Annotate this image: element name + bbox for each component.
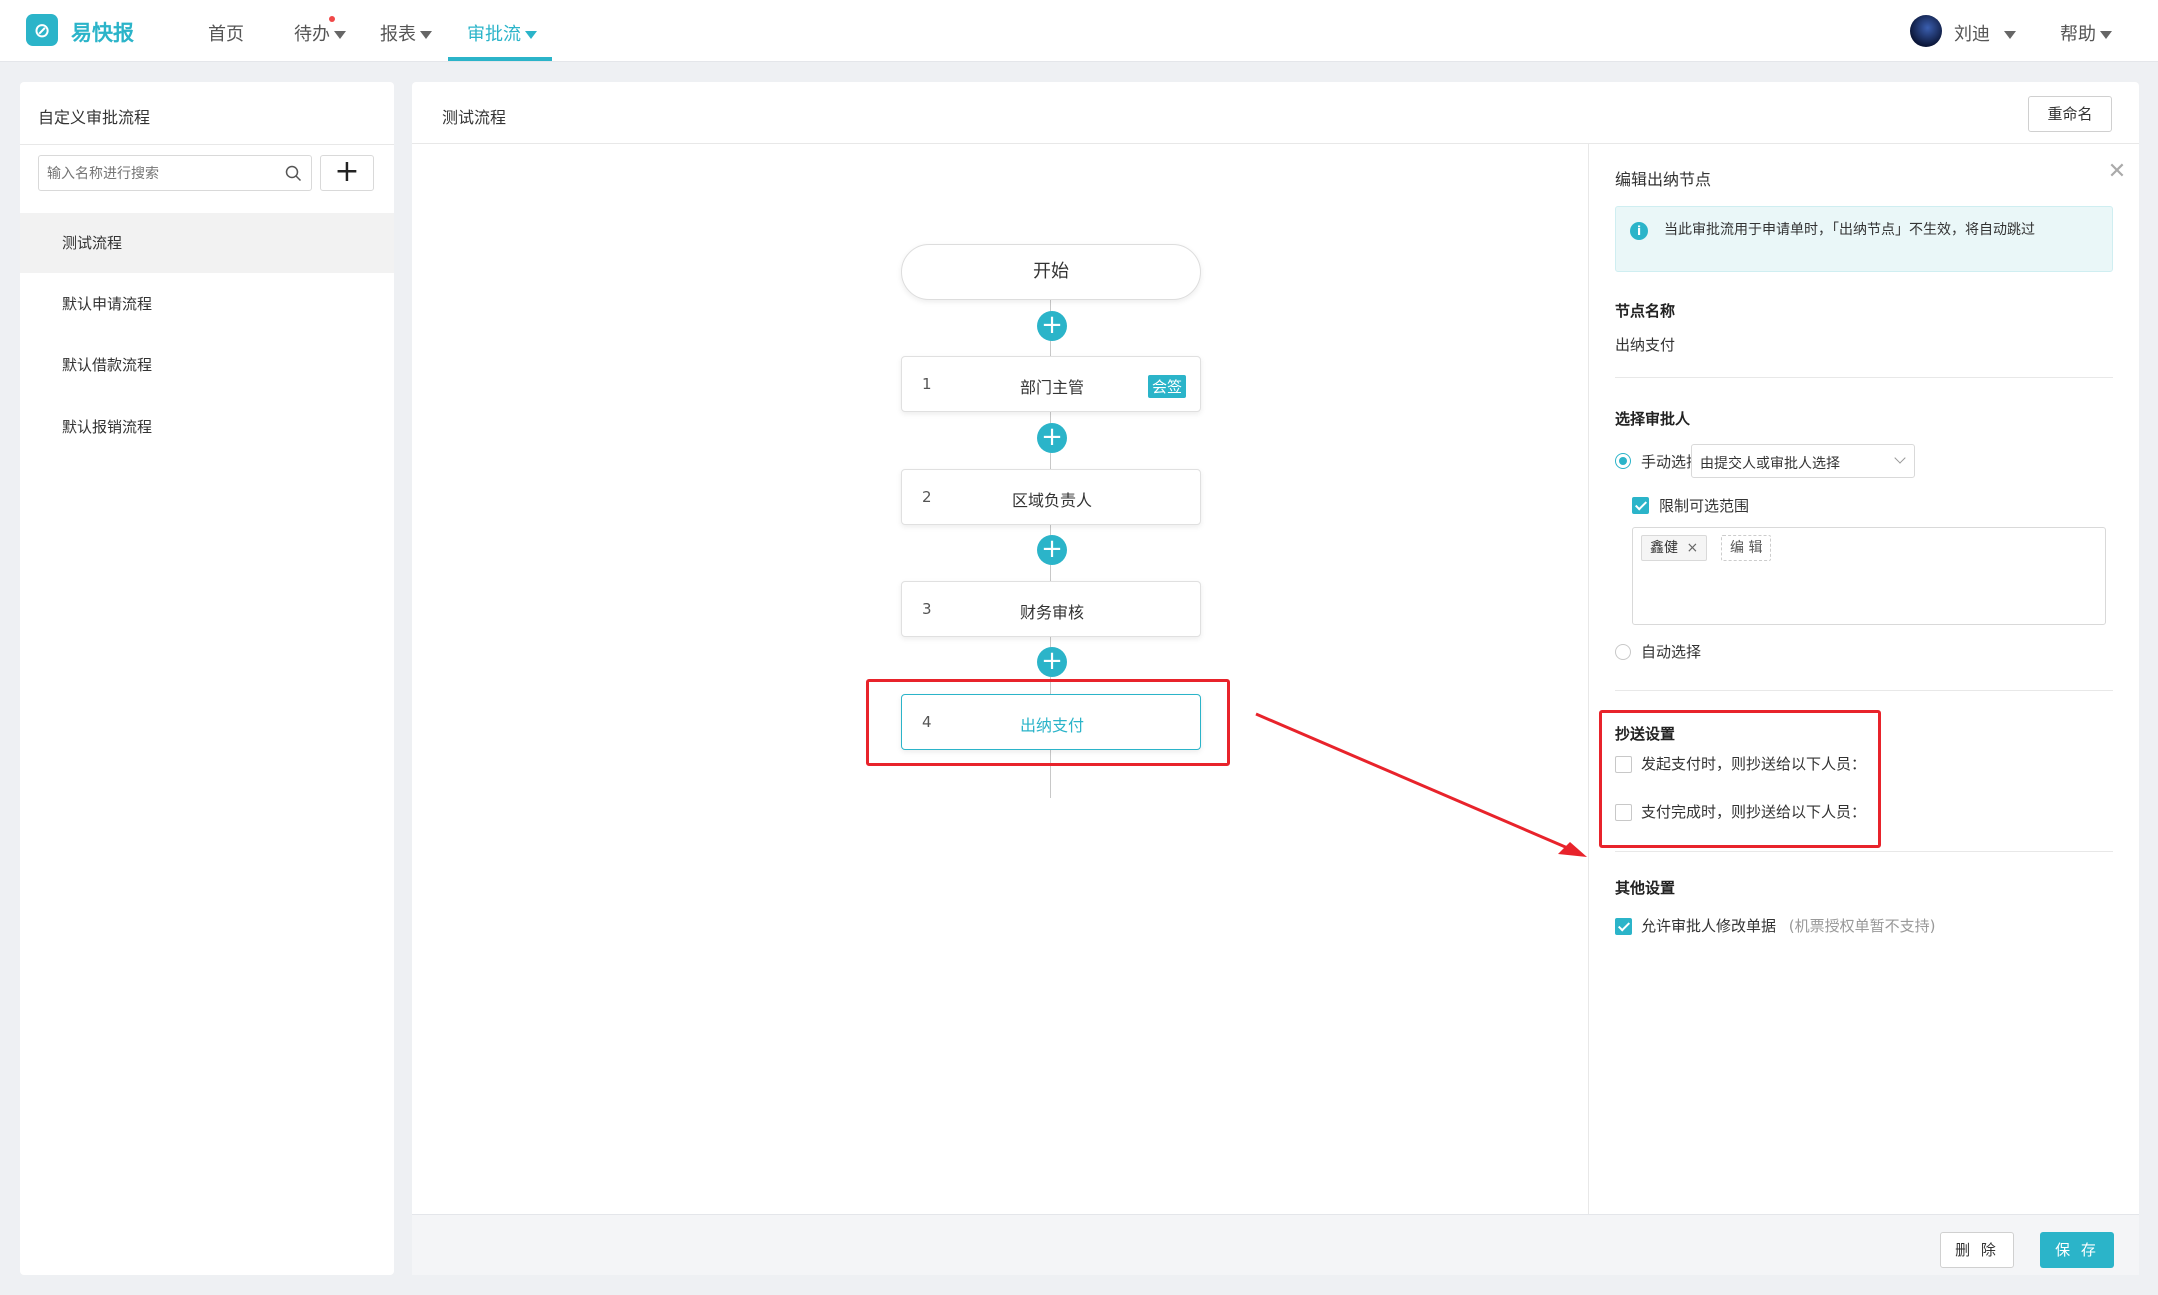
highlight-box — [1599, 710, 1881, 848]
chevron-down-icon — [2100, 31, 2112, 39]
user-name: 刘迪 — [1954, 24, 1990, 45]
add-node-button[interactable]: + — [1037, 535, 1067, 565]
flow-editor-panel: 测试流程 重命名 开始 + 1 部门主管 会签 + 2 区域负责人 + 3 财务… — [412, 82, 2139, 1275]
node-edit-panel: 编辑出纳节点 ✕ i 当此审批流用于申请单时，「出纳节点」不生效，将自动跳过 节… — [1588, 144, 2139, 1214]
search-box — [38, 155, 312, 191]
chip-label: 鑫健 — [1650, 540, 1678, 556]
notification-dot — [329, 16, 335, 22]
avatar[interactable] — [1910, 15, 1942, 47]
chip-remove-icon[interactable]: × — [1686, 540, 1698, 556]
other-settings-heading: 其他设置 — [1615, 879, 1676, 897]
nav-active-indicator — [448, 57, 552, 61]
annotation-arrow-icon — [1255, 712, 1587, 857]
flow-list-item[interactable]: 测试流程 — [20, 213, 394, 273]
top-navbar: ⊘ 易快报 首页 待办 报表 审批流 刘迪 帮助 — [0, 0, 2158, 62]
help-menu[interactable]: 帮助 — [2060, 20, 2112, 46]
nav-home[interactable]: 首页 — [208, 20, 244, 46]
node-name-heading: 节点名称 — [1615, 302, 1676, 320]
edit-panel-title: 编辑出纳节点 — [1615, 170, 1712, 189]
chevron-down-icon — [1894, 452, 1906, 464]
edit-range-button[interactable]: 编 辑 — [1721, 535, 1772, 561]
flow-list-title: 自定义审批流程 — [38, 108, 151, 127]
nav-approval-flow-label: 审批流 — [467, 24, 521, 45]
auto-select-radio[interactable] — [1615, 644, 1631, 660]
countersign-badge: 会签 — [1148, 375, 1187, 398]
nav-home-label: 首页 — [208, 24, 244, 45]
help-label: 帮助 — [2060, 24, 2096, 45]
notice-text: 当此审批流用于申请单时，「出纳节点」不生效，将自动跳过 — [1664, 222, 2035, 238]
approver-heading: 选择审批人 — [1615, 410, 1691, 428]
approver-source-select[interactable]: 由提交人或审批人选择 — [1691, 444, 1915, 478]
node-name: 区域负责人 — [1011, 491, 1092, 510]
flow-canvas: 开始 + 1 部门主管 会签 + 2 区域负责人 + 3 财务审核 + 4 出纳… — [412, 144, 1588, 1214]
limit-range-label: 限制可选范围 — [1659, 497, 1750, 515]
divider — [1615, 377, 2113, 378]
add-node-button[interactable]: + — [1037, 311, 1067, 341]
node-name-value: 出纳支付 — [1615, 336, 1676, 354]
delete-button[interactable]: 删 除 — [1940, 1232, 2014, 1268]
nav-todo-label: 待办 — [294, 24, 330, 45]
app-logo-icon[interactable]: ⊘ — [26, 14, 58, 46]
allow-modify-note: (机票授权单暂不支持) — [1788, 917, 1936, 935]
close-icon[interactable]: ✕ — [2107, 161, 2127, 183]
node-name: 财务审核 — [1019, 603, 1084, 622]
search-icon[interactable] — [285, 165, 302, 182]
flow-list-panel: 自定义审批流程 + 测试流程 默认申请流程 默认借款流程 默认报销流程 — [20, 82, 394, 1275]
select-value: 由提交人或审批人选择 — [1700, 456, 1840, 472]
add-node-button[interactable]: + — [1037, 423, 1067, 453]
chevron-down-icon — [2004, 31, 2016, 39]
divider — [1615, 851, 2113, 852]
nav-reports[interactable]: 报表 — [380, 20, 432, 46]
flow-list-item[interactable]: 默认借款流程 — [20, 335, 394, 395]
rename-button[interactable]: 重命名 — [2028, 96, 2112, 132]
divider — [1615, 690, 2113, 691]
auto-select-label: 自动选择 — [1641, 643, 1702, 661]
app-brand[interactable]: 易快报 — [71, 17, 134, 47]
limit-range-checkbox[interactable] — [1632, 497, 1649, 514]
chevron-down-icon — [525, 31, 537, 39]
range-selector-box[interactable]: 鑫健 × 编 辑 — [1632, 527, 2106, 625]
flow-list-item[interactable]: 默认申请流程 — [20, 274, 394, 334]
nav-approval-flow[interactable]: 审批流 — [467, 20, 537, 46]
start-node: 开始 — [901, 244, 1201, 300]
page-title: 测试流程 — [442, 108, 507, 127]
flow-list-item[interactable]: 默认报销流程 — [20, 397, 394, 457]
bottom-action-bar: 删 除 保 存 — [412, 1214, 2139, 1275]
allow-modify-checkbox[interactable] — [1615, 918, 1632, 935]
member-chip: 鑫健 × — [1641, 535, 1708, 561]
manual-select-radio[interactable] — [1615, 453, 1631, 469]
info-icon: i — [1630, 222, 1648, 240]
nav-todo[interactable]: 待办 — [294, 20, 346, 46]
add-node-button[interactable]: + — [1037, 647, 1067, 677]
chevron-down-icon — [334, 31, 346, 39]
divider — [20, 144, 394, 145]
flow-node[interactable]: 3 财务审核 — [901, 581, 1201, 637]
user-menu[interactable]: 刘迪 — [1954, 20, 2016, 46]
chevron-down-icon — [420, 31, 432, 39]
allow-modify-label: 允许审批人修改单据 (机票授权单暂不支持) — [1641, 915, 1936, 936]
save-button[interactable]: 保 存 — [2040, 1232, 2114, 1268]
allow-modify-text: 允许审批人修改单据 — [1641, 917, 1777, 935]
flow-node[interactable]: 1 部门主管 会签 — [901, 356, 1201, 412]
search-input[interactable] — [47, 162, 272, 186]
nav-reports-label: 报表 — [380, 24, 416, 45]
flow-node[interactable]: 2 区域负责人 — [901, 469, 1201, 525]
add-flow-button[interactable]: + — [320, 155, 374, 191]
info-notice: i 当此审批流用于申请单时，「出纳节点」不生效，将自动跳过 — [1615, 206, 2113, 272]
highlight-box — [866, 679, 1230, 766]
